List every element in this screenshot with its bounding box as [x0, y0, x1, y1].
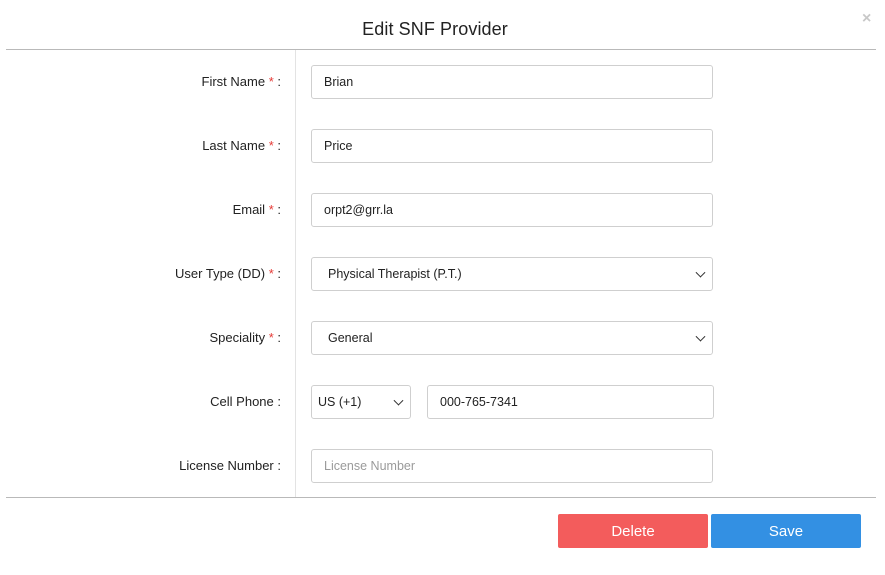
required-mark: * [268, 74, 274, 89]
country-code-select[interactable]: US (+1) [311, 385, 411, 419]
email-label: Email * : [232, 202, 281, 217]
first-name-label-text: First Name [201, 74, 266, 89]
last-name-value: Price [324, 139, 353, 153]
last-name-label-text: Last Name [202, 138, 266, 153]
edit-provider-modal: Edit SNF Provider × First Name * : Brian… [0, 0, 885, 575]
required-mark: * [268, 330, 274, 345]
speciality-label: Speciality * : [209, 330, 281, 345]
chevron-down-icon [695, 267, 706, 278]
user-type-select[interactable]: Physical Therapist (P.T.) [311, 257, 713, 291]
last-name-label: Last Name * : [202, 138, 281, 153]
label-column-divider [295, 50, 296, 497]
chevron-down-icon [393, 395, 404, 406]
required-mark: * [268, 138, 274, 153]
save-button[interactable]: Save [711, 514, 861, 548]
user-type-label: User Type (DD) * : [175, 266, 281, 281]
last-name-input[interactable]: Price [311, 129, 713, 163]
first-name-value: Brian [324, 75, 354, 89]
chevron-down-icon [695, 331, 706, 342]
email-input[interactable]: orpt2@grr.la [311, 193, 713, 227]
required-mark: * [268, 266, 274, 281]
email-value: orpt2@grr.la [324, 203, 393, 217]
header-divider [6, 49, 876, 50]
delete-button[interactable]: Delete [558, 514, 708, 548]
license-number-input[interactable]: License Number [311, 449, 713, 483]
cell-phone-label: Cell Phone : [210, 394, 281, 409]
email-label-text: Email [232, 202, 266, 217]
cell-phone-value: 000-765-7341 [440, 395, 518, 409]
cell-phone-input[interactable]: 000-765-7341 [427, 385, 714, 419]
first-name-input[interactable]: Brian [311, 65, 713, 99]
speciality-select[interactable]: General [311, 321, 713, 355]
footer-divider [6, 497, 876, 498]
required-mark: * [268, 202, 274, 217]
close-icon[interactable]: × [862, 9, 871, 29]
user-type-label-text: User Type (DD) [175, 266, 266, 281]
modal-title: Edit SNF Provider [362, 19, 508, 39]
country-code-selected: US (+1) [318, 395, 362, 409]
speciality-label-text: Speciality [209, 330, 266, 345]
first-name-label: First Name * : [201, 74, 281, 89]
user-type-selected: Physical Therapist (P.T.) [328, 267, 462, 281]
speciality-selected: General [328, 331, 373, 345]
license-number-placeholder: License Number [324, 459, 416, 473]
license-number-label: License Number : [179, 458, 281, 473]
